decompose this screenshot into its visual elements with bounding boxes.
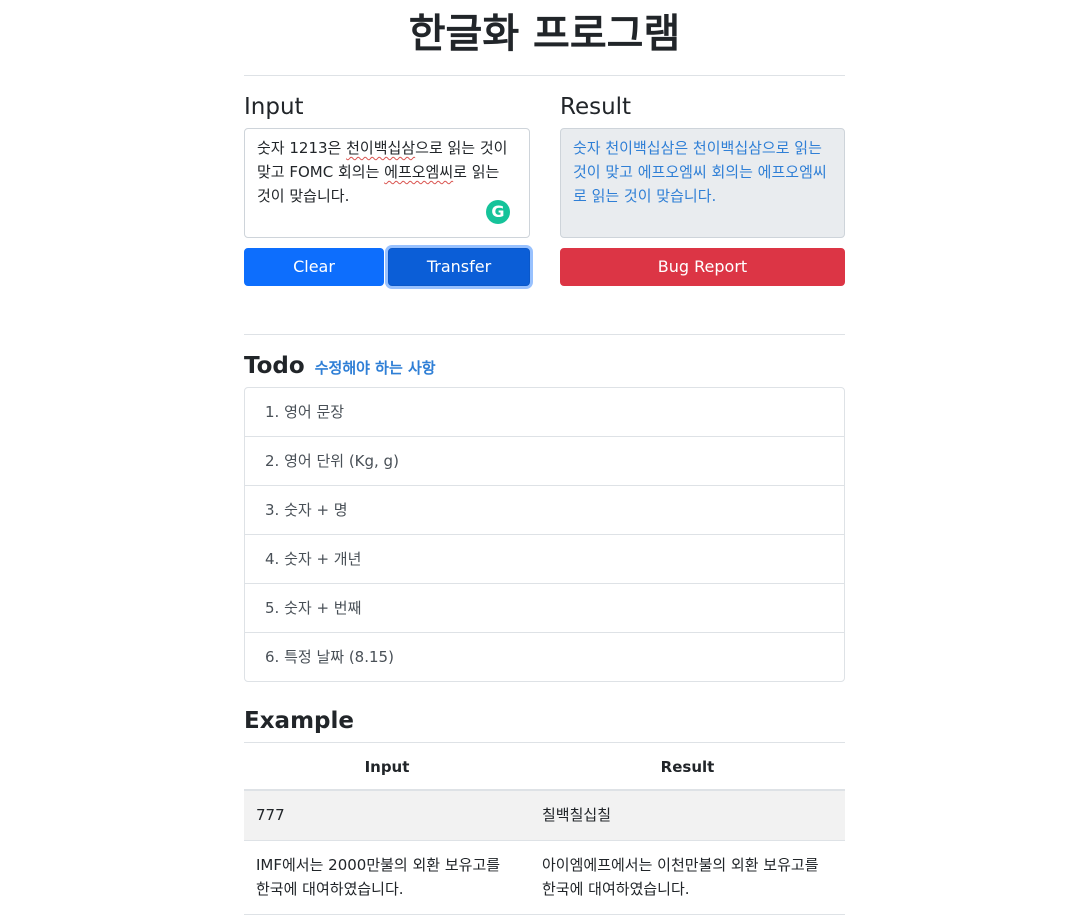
transfer-button[interactable]: Transfer: [388, 248, 530, 286]
input-label: Input: [244, 94, 304, 120]
clear-button[interactable]: Clear: [244, 248, 384, 286]
table-row: IMF에서는 2000만불의 외환 보유고를 한국에 대여하였습니다. 아이엠에…: [244, 841, 845, 915]
list-item: 1. 영어 문장: [245, 388, 844, 437]
table-cell: IMF에서는 2000만불의 외환 보유고를 한국에 대여하였습니다.: [256, 856, 501, 898]
divider: [244, 334, 845, 335]
table-cell: 777: [256, 806, 285, 824]
table-row: 777 칠백칠십칠: [244, 791, 845, 841]
table-cell: 아이엠에프에서는 이천만불의 외환 보유고를 한국에 대여하였습니다.: [542, 856, 819, 898]
todo-subheading: 수정해야 하는 사항: [314, 359, 436, 377]
page-title: 한글화 프로그램: [408, 11, 681, 57]
example-table: Input Result 777 칠백칠십칠 IMF에서는 2000만불의 외환…: [244, 743, 845, 915]
list-item: 2. 영어 단위 (Kg, g): [245, 437, 844, 486]
column-header-input: Input: [364, 758, 410, 776]
list-item: 3. 숫자 + 명: [245, 486, 844, 535]
input-text-misspelled: 천이백십삼: [346, 139, 416, 157]
todo-list: 1. 영어 문장 2. 영어 단위 (Kg, g) 3. 숫자 + 명 4. 숫…: [244, 387, 845, 682]
result-label: Result: [560, 94, 632, 120]
bug-report-button[interactable]: Bug Report: [560, 248, 845, 286]
list-item: 5. 숫자 + 번째: [245, 584, 844, 633]
grammarly-icon[interactable]: G: [486, 200, 510, 224]
todo-heading: Todo 수정해야 하는 사항: [244, 351, 436, 383]
input-textarea[interactable]: 숫자 1213은 천이백십삼으로 읽는 것이 맞고 FOMC 회의는 에프오엠씨…: [244, 128, 530, 238]
table-header-row: Input Result: [244, 743, 845, 791]
todo-title: Todo: [244, 353, 305, 379]
divider: [244, 75, 845, 76]
input-text-part: 숫자 1213은: [257, 139, 347, 157]
input-text-misspelled: 에프오엠씨: [384, 163, 454, 181]
table-cell: 칠백칠십칠: [542, 806, 612, 824]
example-heading: Example: [244, 708, 354, 734]
list-item: 4. 숫자 + 개년: [245, 535, 844, 584]
column-header-result: Result: [660, 758, 715, 776]
result-output: 숫자 천이백십삼은 천이백십삼으로 읽는 것이 맞고 에프오엠씨 회의는 에프오…: [560, 128, 845, 238]
list-item: 6. 특정 날짜 (8.15): [265, 648, 394, 666]
